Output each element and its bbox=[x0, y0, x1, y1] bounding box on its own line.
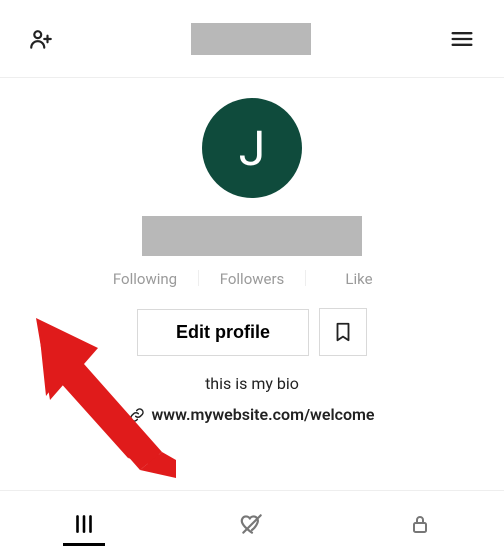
edit-profile-button[interactable]: Edit profile bbox=[137, 309, 309, 356]
avatar[interactable]: J bbox=[202, 98, 302, 198]
feed-icon bbox=[71, 511, 97, 537]
lock-icon bbox=[408, 512, 432, 536]
stats-row: Following Followers Like bbox=[92, 270, 412, 288]
tab-feed[interactable] bbox=[0, 497, 168, 550]
followers-stat[interactable]: Followers bbox=[199, 270, 305, 288]
bookmark-icon bbox=[332, 321, 354, 343]
active-underline bbox=[63, 543, 105, 546]
page-title-redacted bbox=[191, 23, 311, 55]
content-tabs bbox=[0, 490, 504, 550]
menu-button[interactable] bbox=[448, 25, 476, 53]
link-icon bbox=[129, 407, 145, 423]
bio-link-text: www.mywebsite.com/welcome bbox=[151, 405, 374, 424]
followers-label: Followers bbox=[220, 270, 285, 288]
like-stat[interactable]: Like bbox=[306, 270, 412, 288]
avatar-initial: J bbox=[239, 120, 265, 177]
profile-actions: Edit profile bbox=[137, 308, 367, 356]
following-label: Following bbox=[113, 270, 177, 288]
bookmark-button[interactable] bbox=[319, 308, 367, 356]
add-friend-icon bbox=[28, 26, 54, 52]
username-redacted bbox=[142, 216, 362, 256]
profile-section: J Following Followers Like Edit profile bbox=[0, 78, 504, 424]
heart-off-icon bbox=[239, 511, 265, 537]
top-bar bbox=[0, 0, 504, 78]
like-label: Like bbox=[345, 270, 372, 288]
following-stat[interactable]: Following bbox=[92, 270, 198, 288]
tab-liked[interactable] bbox=[168, 497, 336, 550]
add-friend-button[interactable] bbox=[28, 26, 54, 52]
bio-link[interactable]: www.mywebsite.com/welcome bbox=[129, 405, 374, 424]
tab-private[interactable] bbox=[336, 497, 504, 550]
edit-profile-label: Edit profile bbox=[176, 322, 270, 342]
bio-text: this is my bio bbox=[205, 374, 299, 393]
hamburger-icon bbox=[448, 25, 476, 53]
